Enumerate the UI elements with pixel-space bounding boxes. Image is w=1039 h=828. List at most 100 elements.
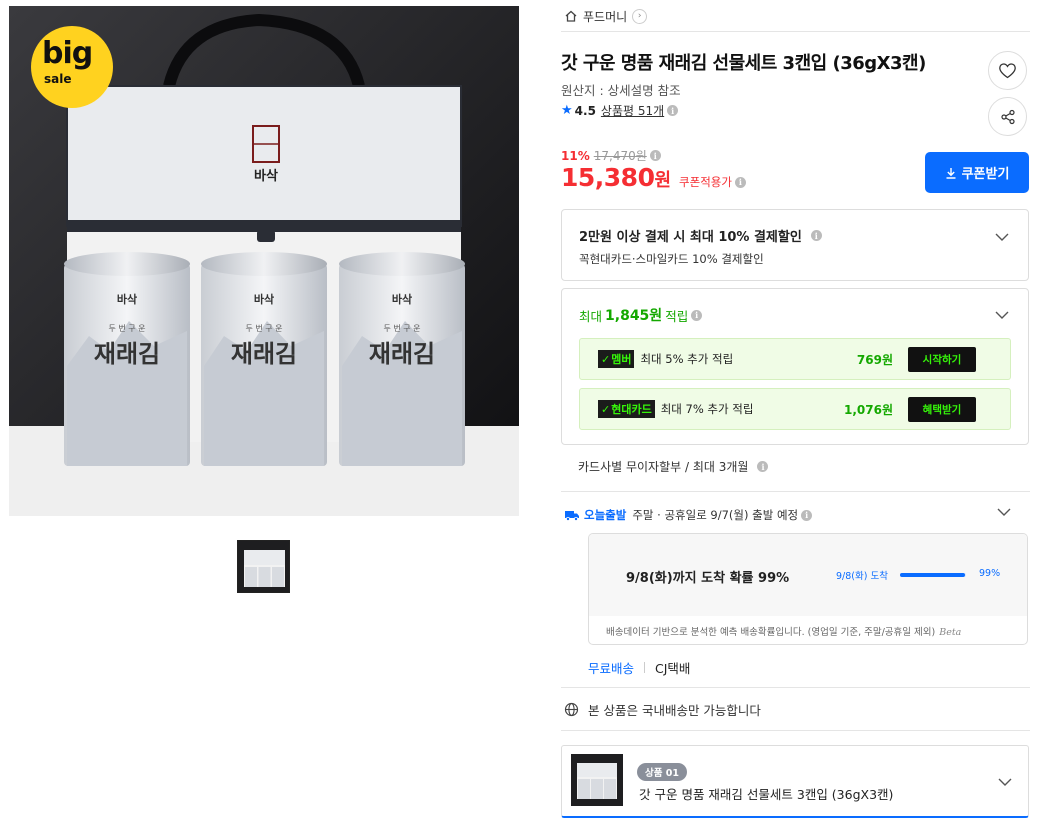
svg-text:두 번 구 운: 두 번 구 운 bbox=[108, 324, 145, 333]
member-points-row: ✓ 멤버 최대 5% 추가 적립 769원 시작하기 bbox=[579, 338, 1011, 380]
points-amount: 1,845원 bbox=[605, 308, 663, 324]
start-membership-button[interactable]: 시작하기 bbox=[908, 346, 976, 372]
can-3: 바삭 두 번 구 운 재래김 bbox=[339, 252, 465, 466]
divider bbox=[561, 687, 1030, 688]
check-icon: ✓ bbox=[601, 402, 611, 416]
option-badge: 상품 01 bbox=[637, 763, 688, 781]
divider bbox=[644, 662, 646, 673]
can-2: 바삭 두 번 구 운 재래김 bbox=[201, 252, 327, 466]
probability-note-text: 배송데이터 기반으로 분석한 예측 배송확률입니다. (영업일 기준, 주말/공… bbox=[606, 627, 936, 638]
svg-text:재래김: 재래김 bbox=[231, 340, 297, 368]
points-suffix: 적립 bbox=[665, 308, 689, 324]
discount-row: 11% 17,470원 i bbox=[561, 147, 661, 164]
chevron-right-icon[interactable]: › bbox=[632, 8, 648, 24]
delivery-probability-box: 9/8(화)까지 도착 확률 99% 9/8(화) 도착 99% 배송데이터 기… bbox=[588, 533, 1028, 645]
card-tag-label: 현대카드 bbox=[611, 403, 652, 416]
probability-bar bbox=[900, 573, 966, 577]
heart-icon bbox=[999, 62, 1016, 78]
svg-text:바삭: 바삭 bbox=[392, 292, 412, 306]
price-row: 15,380 원 쿠폰적용가 i bbox=[561, 163, 746, 192]
option-select-box[interactable]: 상품 01 갓 구운 명품 재래김 선물세트 3캔입 (36gX3캔) bbox=[561, 745, 1029, 818]
domestic-only-text: 본 상품은 국내배송만 가능합니다 bbox=[588, 703, 761, 718]
divider bbox=[561, 491, 1030, 492]
member-points-label: 최대 5% 추가 적립 bbox=[640, 352, 734, 366]
domestic-only-notice: 본 상품은 국내배송만 가능합니다 bbox=[564, 700, 761, 719]
sale-price: 15,380 bbox=[561, 163, 655, 192]
carrier-label: CJ택배 bbox=[655, 661, 691, 676]
points-box: 최대 1,845원 적립 i ✓ 멤버 최대 5% 추가 적립 769원 시작하… bbox=[561, 288, 1029, 445]
share-icon bbox=[1000, 109, 1015, 124]
svg-text:바삭: 바삭 bbox=[254, 292, 274, 306]
points-header[interactable]: 최대 1,845원 적립 i bbox=[579, 305, 703, 325]
probability-date: 9/8(화) 도착 bbox=[836, 571, 888, 582]
points-prefix: 최대 bbox=[579, 308, 603, 324]
globe-icon bbox=[564, 702, 579, 717]
member-tag-label: 멤버 bbox=[611, 353, 632, 366]
divider bbox=[561, 730, 1030, 731]
product-title: 갓 구운 명품 재래김 선물세트 3캔입 (36gX3캔) bbox=[561, 53, 926, 74]
wishlist-button[interactable] bbox=[988, 51, 1027, 90]
option-name: 갓 구운 명품 재래김 선물세트 3캔입 (36gX3캔) bbox=[639, 787, 894, 802]
chevron-down-icon[interactable] bbox=[995, 230, 1009, 244]
get-coupon-label: 쿠폰받기 bbox=[961, 167, 1010, 182]
today-dispatch-badge: 오늘출발 bbox=[584, 508, 627, 522]
info-icon[interactable]: i bbox=[801, 509, 813, 521]
card-points-amount: 1,076원 bbox=[844, 402, 893, 417]
free-shipping-label: 무료배송 bbox=[588, 661, 635, 676]
price-unit: 원 bbox=[654, 170, 672, 191]
member-points-amount: 769원 bbox=[856, 352, 893, 367]
info-icon[interactable]: i bbox=[649, 150, 661, 161]
big-sale-badge: big sale bbox=[31, 26, 113, 108]
product-rating: ★ 4.5 상품평 51개 i bbox=[561, 102, 679, 119]
delivery-header[interactable]: 오늘출발 주말 · 공휴일로 9/7(월) 출발 예정 i bbox=[564, 507, 813, 523]
installment-text: 카드사별 무이자할부 / 최대 3개월 bbox=[578, 460, 749, 474]
share-button[interactable] bbox=[988, 97, 1027, 136]
svg-text:두 번 구 운: 두 번 구 운 bbox=[383, 324, 420, 333]
chevron-down-icon[interactable] bbox=[998, 775, 1012, 789]
breadcrumb-label[interactable]: 푸드머니 bbox=[583, 8, 627, 25]
check-icon: ✓ bbox=[601, 352, 611, 366]
coupon-applied-text: 쿠폰적용가 bbox=[679, 175, 732, 189]
probability-title: 9/8(화)까지 도착 확률 99% bbox=[626, 571, 790, 586]
payment-discount-box[interactable]: 2만원 이상 결제 시 최대 10% 결제할인 i 꼭현대카드·스마일카드 10… bbox=[561, 209, 1029, 281]
coupon-applied-label: 쿠폰적용가 i bbox=[679, 174, 746, 190]
svg-text:재래김: 재래김 bbox=[94, 340, 160, 368]
truck-icon bbox=[565, 511, 579, 521]
box-brand-text: 바삭 bbox=[254, 168, 278, 184]
card-points-label: 최대 7% 추가 적립 bbox=[660, 402, 754, 416]
probability-note: 배송데이터 기반으로 분석한 예측 배송확률입니다. (영업일 기준, 주말/공… bbox=[606, 624, 961, 638]
option-thumbnail bbox=[571, 754, 623, 806]
product-thumbnail[interactable] bbox=[237, 540, 290, 593]
info-icon[interactable]: i bbox=[810, 230, 822, 241]
svg-text:두 번 구 운: 두 번 구 운 bbox=[245, 324, 282, 333]
home-icon bbox=[565, 10, 577, 22]
payment-discount-subtitle: 꼭현대카드·스마일카드 10% 결제할인 bbox=[579, 252, 764, 266]
breadcrumb[interactable]: 푸드머니 › bbox=[564, 6, 648, 26]
svg-text:재래김: 재래김 bbox=[369, 340, 435, 368]
get-coupon-button[interactable]: 쿠폰받기 bbox=[925, 152, 1029, 193]
can-1: 바삭 두 번 구 운 재래김 bbox=[64, 252, 190, 466]
probability-bar-fill bbox=[900, 573, 966, 577]
discount-percent: 11% bbox=[561, 148, 590, 163]
chevron-down-icon[interactable] bbox=[995, 308, 1009, 322]
info-icon[interactable]: i bbox=[757, 461, 769, 472]
original-price: 17,470원 bbox=[593, 149, 647, 163]
review-count-link[interactable]: 상품평 51개 bbox=[601, 102, 664, 119]
shipping-info: 무료배송 CJ택배 bbox=[588, 658, 690, 677]
product-origin: 원산지 : 상세설명 참조 bbox=[561, 83, 681, 98]
member-tag: ✓ 멤버 bbox=[598, 350, 635, 368]
get-benefit-button[interactable]: 혜택받기 bbox=[908, 396, 976, 422]
payment-discount-title-text: 2만원 이상 결제 시 최대 10% 결제할인 bbox=[579, 230, 802, 245]
info-icon[interactable]: i bbox=[691, 309, 703, 321]
product-main-image: 바삭 바삭 두 번 구 운 재래김 바삭 두 번 구 운 재래김 바삭 두 번 … bbox=[9, 6, 519, 516]
chevron-down-icon[interactable] bbox=[997, 505, 1011, 519]
rating-score: 4.5 bbox=[574, 103, 596, 118]
info-icon[interactable]: i bbox=[667, 105, 679, 116]
divider bbox=[561, 31, 1030, 32]
info-icon[interactable]: i bbox=[734, 176, 746, 188]
payment-discount-title: 2만원 이상 결제 시 최대 10% 결제할인 i bbox=[579, 226, 822, 245]
thumbnail-illustration bbox=[238, 541, 289, 592]
card-tag: ✓ 현대카드 bbox=[598, 400, 655, 418]
option-thumbnail-illustration bbox=[571, 754, 623, 806]
dispatch-text: 주말 · 공휴일로 9/7(월) 출발 예정 bbox=[632, 508, 799, 522]
